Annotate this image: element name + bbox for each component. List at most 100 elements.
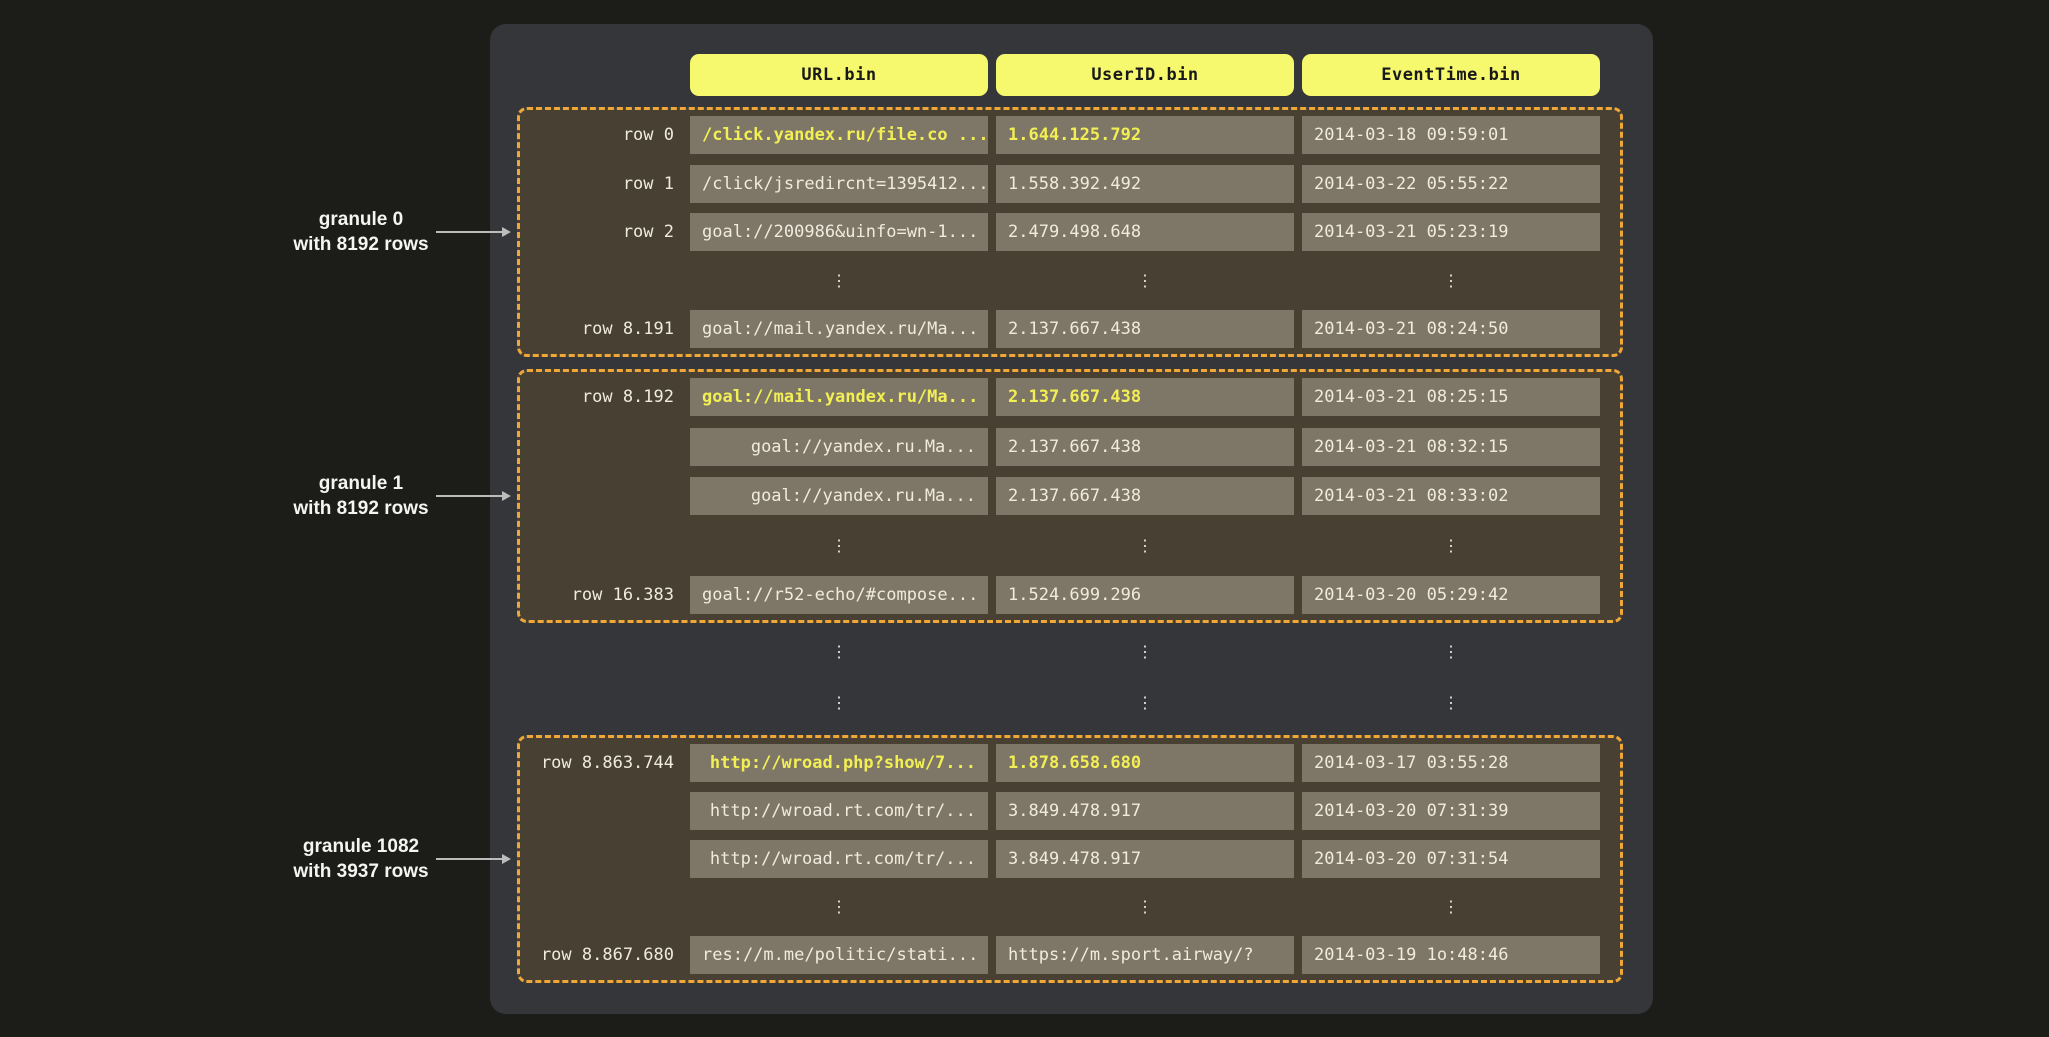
vertical-ellipsis-userid: ⋮ (996, 684, 1294, 722)
userid-cell: 2.137.667.438 (996, 477, 1294, 515)
ellipsis-row: ⋮⋮⋮ (520, 527, 1620, 565)
granule-label-line2: with 3937 rows (196, 859, 526, 884)
eventtime-cell: 2014-03-21 08:32:15 (1302, 428, 1600, 466)
row-label: row 8.191 (520, 310, 690, 348)
url-cell: goal://yandex.ru.Ma... (690, 428, 988, 466)
row-label (520, 792, 690, 830)
userid-cell: 1.878.658.680 (996, 744, 1294, 782)
url-cell: http://wroad.rt.com/tr/... (690, 792, 988, 830)
vertical-ellipsis-url: ⋮ (690, 262, 988, 300)
vertical-ellipsis-eventtime: ⋮ (1302, 527, 1600, 565)
right-arrow-icon (436, 858, 502, 860)
table-row: http://wroad.rt.com/tr/...3.849.478.9172… (520, 840, 1620, 878)
url-cell: goal://yandex.ru.Ma... (690, 477, 988, 515)
vertical-ellipsis-url: ⋮ (690, 527, 988, 565)
row-label (520, 840, 690, 878)
eventtime-cell: 2014-03-20 07:31:39 (1302, 792, 1600, 830)
table-row: row 8.192goal://mail.yandex.ru/Ma...2.13… (520, 378, 1620, 416)
url-cell: /click/jsredircnt=1395412... (690, 165, 988, 203)
gap-ellipsis-row: ⋮⋮⋮ (520, 633, 1620, 671)
eventtime-cell: 2014-03-22 05:55:22 (1302, 165, 1600, 203)
vertical-ellipsis-userid: ⋮ (996, 527, 1294, 565)
table-card: URL.bin UserID.bin EventTime.bin row 0/c… (490, 24, 1653, 1014)
row-label (520, 888, 690, 926)
table-row: row 2goal://200986&uinfo=wn-1...2.479.49… (520, 213, 1620, 251)
userid-cell: 3.849.478.917 (996, 792, 1294, 830)
userid-cell: 2.137.667.438 (996, 428, 1294, 466)
userid-cell: 1.558.392.492 (996, 165, 1294, 203)
table-row: row 8.191goal://mail.yandex.ru/Ma...2.13… (520, 310, 1620, 348)
url-cell: goal://mail.yandex.ru/Ma... (690, 378, 988, 416)
diagram-stage: URL.bin UserID.bin EventTime.bin row 0/c… (0, 0, 2049, 1037)
userid-cell: 2.479.498.648 (996, 213, 1294, 251)
eventtime-cell: 2014-03-21 08:24:50 (1302, 310, 1600, 348)
eventtime-cell: 2014-03-19 1o:48:46 (1302, 936, 1600, 974)
granule-label-line1: granule 1 (196, 471, 526, 496)
table-row: row 0/click.yandex.ru/file.co ...1.644.1… (520, 116, 1620, 154)
column-header-userid-bin: UserID.bin (996, 54, 1294, 96)
row-label (520, 477, 690, 515)
userid-cell: https://m.sport.airway/? (996, 936, 1294, 974)
table-row: goal://yandex.ru.Ma...2.137.667.4382014-… (520, 477, 1620, 515)
userid-cell: 1.524.699.296 (996, 576, 1294, 614)
url-cell: goal://r52-echo/#compose... (690, 576, 988, 614)
row-label-spacer (520, 684, 690, 722)
vertical-ellipsis-userid: ⋮ (996, 633, 1294, 671)
gap-ellipsis-row: ⋮⋮⋮ (520, 684, 1620, 722)
eventtime-cell: 2014-03-21 05:23:19 (1302, 213, 1600, 251)
table-row: row 16.383goal://r52-echo/#compose...1.5… (520, 576, 1620, 614)
vertical-ellipsis-eventtime: ⋮ (1302, 633, 1600, 671)
row-label (520, 428, 690, 466)
granule-box-2: row 8.863.744http://wroad.php?show/7...1… (517, 735, 1623, 983)
eventtime-cell: 2014-03-21 08:25:15 (1302, 378, 1600, 416)
eventtime-cell: 2014-03-20 05:29:42 (1302, 576, 1600, 614)
vertical-ellipsis-userid: ⋮ (996, 262, 1294, 300)
url-cell: goal://200986&uinfo=wn-1... (690, 213, 988, 251)
table-row: row 8.867.680res://m.me/politic/stati...… (520, 936, 1620, 974)
url-cell: /click.yandex.ru/file.co ... (690, 116, 988, 154)
row-label: row 8.192 (520, 378, 690, 416)
row-label (520, 527, 690, 565)
granule-box-0: row 0/click.yandex.ru/file.co ...1.644.1… (517, 107, 1623, 357)
userid-cell: 2.137.667.438 (996, 310, 1294, 348)
granule-label-line1: granule 0 (196, 207, 526, 232)
granule-label-line2: with 8192 rows (196, 232, 526, 257)
granule-box-1: row 8.192goal://mail.yandex.ru/Ma...2.13… (517, 369, 1623, 623)
column-header-url-bin: URL.bin (690, 54, 988, 96)
table-row: row 8.863.744http://wroad.php?show/7...1… (520, 744, 1620, 782)
url-cell: http://wroad.rt.com/tr/... (690, 840, 988, 878)
ellipsis-row: ⋮⋮⋮ (520, 262, 1620, 300)
row-label: row 8.863.744 (520, 744, 690, 782)
eventtime-cell: 2014-03-17 03:55:28 (1302, 744, 1600, 782)
vertical-ellipsis-eventtime: ⋮ (1302, 888, 1600, 926)
table-row: http://wroad.rt.com/tr/...3.849.478.9172… (520, 792, 1620, 830)
vertical-ellipsis-url: ⋮ (690, 633, 988, 671)
eventtime-cell: 2014-03-21 08:33:02 (1302, 477, 1600, 515)
url-cell: goal://mail.yandex.ru/Ma... (690, 310, 988, 348)
table-row: row 1/click/jsredircnt=1395412...1.558.3… (520, 165, 1620, 203)
userid-cell: 2.137.667.438 (996, 378, 1294, 416)
vertical-ellipsis-url: ⋮ (690, 888, 988, 926)
vertical-ellipsis-userid: ⋮ (996, 888, 1294, 926)
right-arrow-icon (436, 231, 502, 233)
row-label: row 0 (520, 116, 690, 154)
vertical-ellipsis-url: ⋮ (690, 684, 988, 722)
vertical-ellipsis-eventtime: ⋮ (1302, 262, 1600, 300)
granule-label-line2: with 8192 rows (196, 496, 526, 521)
row-label: row 16.383 (520, 576, 690, 614)
table-row: goal://yandex.ru.Ma...2.137.667.4382014-… (520, 428, 1620, 466)
url-cell: http://wroad.php?show/7... (690, 744, 988, 782)
userid-cell: 1.644.125.792 (996, 116, 1294, 154)
userid-cell: 3.849.478.917 (996, 840, 1294, 878)
row-label (520, 262, 690, 300)
row-label: row 8.867.680 (520, 936, 690, 974)
ellipsis-row: ⋮⋮⋮ (520, 888, 1620, 926)
url-cell: res://m.me/politic/stati... (690, 936, 988, 974)
eventtime-cell: 2014-03-18 09:59:01 (1302, 116, 1600, 154)
row-label: row 2 (520, 213, 690, 251)
right-arrow-icon (436, 495, 502, 497)
granule-label-line1: granule 1082 (196, 834, 526, 859)
column-header-eventtime-bin: EventTime.bin (1302, 54, 1600, 96)
row-label-spacer (520, 633, 690, 671)
vertical-ellipsis-eventtime: ⋮ (1302, 684, 1600, 722)
